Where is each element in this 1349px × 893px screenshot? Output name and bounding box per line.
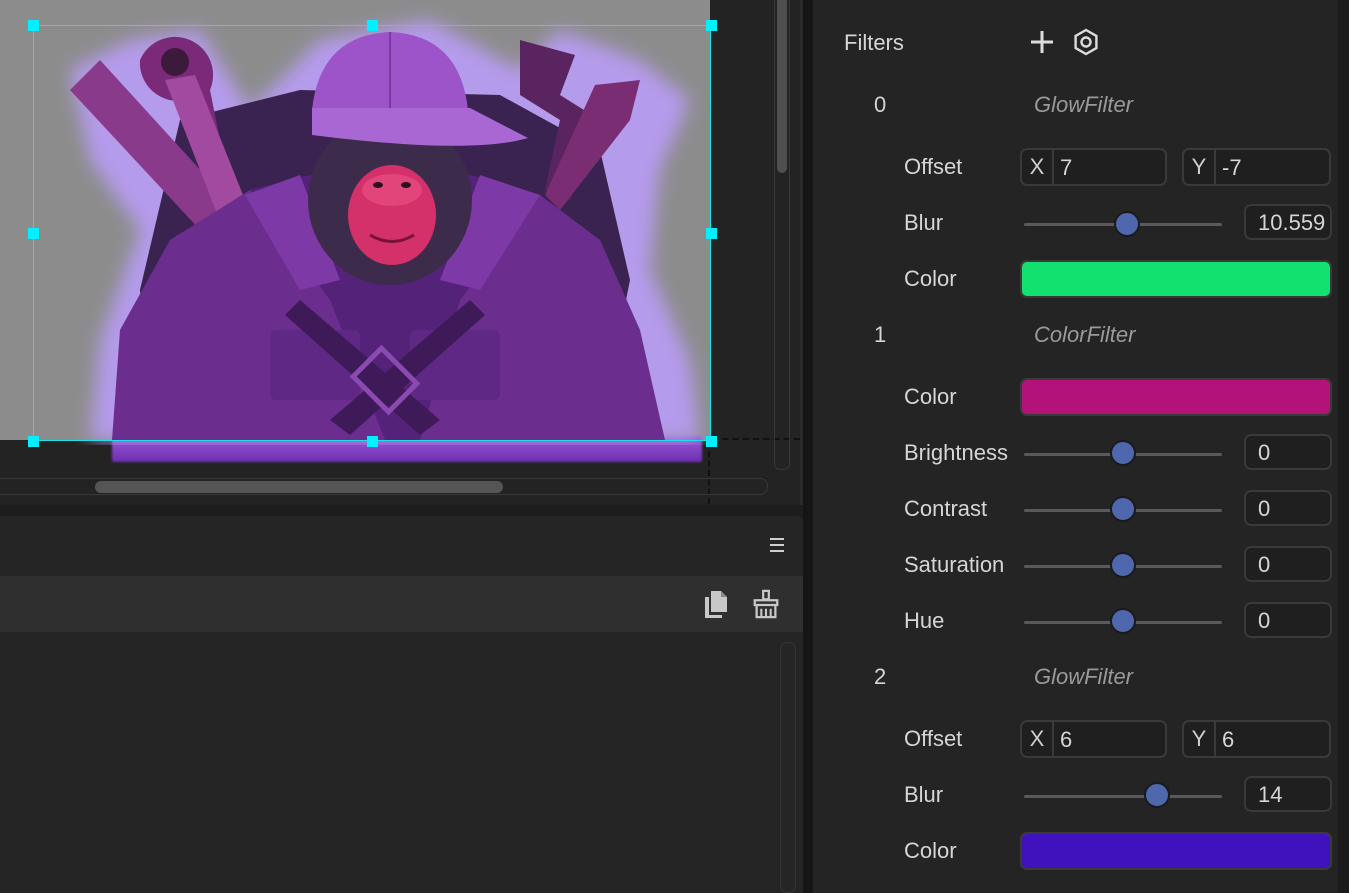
filter-index: 1 [874,322,887,347]
inspector-scrollbar-gutter [1338,0,1349,893]
color-swatch[interactable] [1020,832,1332,870]
color-label: Color [904,384,957,409]
color-swatch[interactable] [1020,260,1332,298]
resize-handle-left[interactable] [28,228,39,239]
brightness-value: 0 [1258,440,1271,465]
hexagon-gear-icon[interactable] [1072,28,1100,56]
offset-x-field[interactable]: X 7 [1020,148,1167,186]
saturation-value-field[interactable]: 0 [1244,546,1332,582]
plus-icon[interactable] [1028,28,1056,56]
color-label: Color [904,838,957,863]
inspector-panel: Filters 0 GlowFilter Offset X 7 Y -7 Blu… [813,0,1349,893]
offset-y-field[interactable]: Y 6 [1182,720,1331,758]
panel-divider[interactable] [803,0,813,893]
resize-handle-bottom[interactable] [367,436,378,447]
offset-x-value: 7 [1060,155,1073,180]
console-scrollbar[interactable] [780,642,796,893]
filter-type: GlowFilter [1034,92,1134,117]
blur-slider-knob[interactable] [1113,211,1140,237]
resize-handle-top-right[interactable] [706,20,717,31]
blur-slider-track[interactable] [1024,795,1222,798]
brightness-slider-knob[interactable] [1110,440,1136,466]
blur-value: 10.559 [1258,210,1326,235]
viewport-vertical-scroll-thumb[interactable] [777,0,787,173]
x-axis-label: X [1022,722,1054,756]
contrast-slider-knob[interactable] [1110,496,1136,522]
y-axis-label: Y [1184,722,1216,756]
blur-value: 14 [1258,782,1283,807]
resize-handle-right[interactable] [706,228,717,239]
filter-index: 0 [874,92,887,117]
gorilla-sprite-image[interactable] [0,0,712,445]
filters-section-title: Filters [844,30,904,55]
clear-broom-icon[interactable] [751,588,781,620]
contrast-value-field[interactable]: 0 [1244,490,1332,526]
color-swatch[interactable] [1020,378,1332,416]
y-axis-label: Y [1184,150,1216,184]
offset-y-field[interactable]: Y -7 [1182,148,1331,186]
blur-label: Blur [904,210,944,235]
hue-value: 0 [1258,608,1271,633]
console-toolbar [0,576,803,632]
offset-x-field[interactable]: X 6 [1020,720,1167,758]
hue-value-field[interactable]: 0 [1244,602,1332,638]
offset-y-value: 6 [1222,727,1235,752]
resize-handle-bottom-left[interactable] [28,436,39,447]
contrast-label: Contrast [904,496,988,521]
offset-label: Offset [904,726,963,751]
console-panel [0,516,803,893]
filter-type: ColorFilter [1034,322,1136,347]
filter-index: 2 [874,664,887,689]
filter-type: GlowFilter [1034,664,1134,689]
brightness-label: Brightness [904,440,1008,465]
blur-value-field[interactable]: 14 [1244,776,1332,812]
blur-value-field[interactable]: 10.559 [1244,204,1332,240]
saturation-value: 0 [1258,552,1271,577]
resize-handle-top-left[interactable] [28,20,39,31]
scene-viewport[interactable] [0,0,800,505]
offset-label: Offset [904,154,963,179]
resize-handle-top[interactable] [367,20,378,31]
blur-slider-knob[interactable] [1143,782,1170,808]
color-label: Color [904,266,957,291]
blur-label: Blur [904,782,944,807]
viewport-horizontal-scroll-thumb[interactable] [95,481,503,493]
saturation-label: Saturation [904,552,1005,577]
contrast-value: 0 [1258,496,1271,521]
resize-handle-bottom-right[interactable] [706,436,717,447]
saturation-slider-knob[interactable] [1110,552,1136,578]
hamburger-menu-icon[interactable] [766,536,784,554]
offset-x-value: 6 [1060,727,1073,752]
hue-label: Hue [904,608,945,633]
offset-y-value: -7 [1222,155,1242,180]
hue-slider-knob[interactable] [1110,608,1136,634]
copy-icon[interactable] [700,588,730,620]
x-axis-label: X [1022,150,1054,184]
brightness-value-field[interactable]: 0 [1244,434,1332,470]
